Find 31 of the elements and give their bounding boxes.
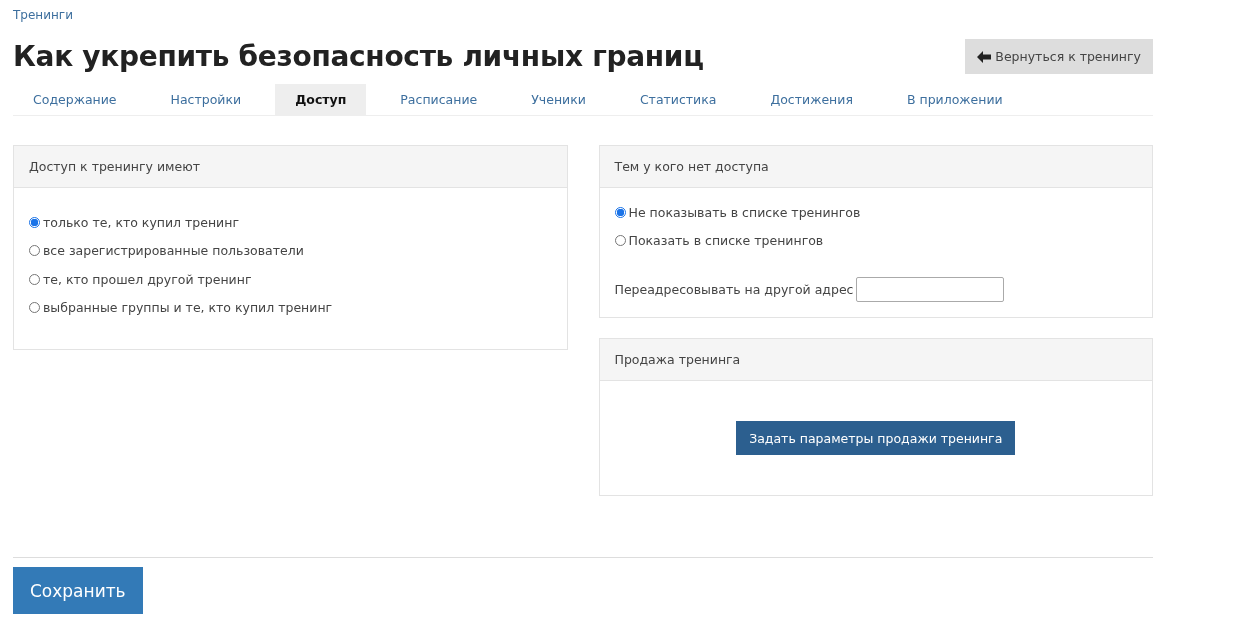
radio-button[interactable] [29,245,40,257]
tab[interactable]: Статистика [619,84,737,115]
redirect-url-field[interactable] [856,277,1005,302]
radio-button[interactable] [29,273,40,285]
sale-settings-button[interactable]: Задать параметры продажи тренинга [736,421,1016,455]
breadcrumb-link[interactable]: Тренинги [13,8,73,22]
option-label: выбранные группы и те, кто купил тренинг [43,300,333,316]
back-button[interactable]: Вернуться к тренингу [965,39,1153,74]
tab[interactable]: В приложении [886,84,1023,115]
tab[interactable]: Ученики [511,84,606,115]
panel-title: Продажа тренинга [614,352,741,367]
option-label: те, кто прошел другой тренинг [43,271,252,287]
radio-button[interactable] [614,206,626,218]
tab[interactable]: Достижения [750,84,873,115]
radio-button[interactable] [29,302,40,314]
panel-title: Доступ к тренингу имеют [29,159,200,174]
option-label: все зарегистрированные пользователи [43,243,304,259]
tab[interactable]: Доступ [275,84,367,115]
page-title: Как укрепить безопасность личных границ [13,40,704,73]
tab[interactable]: Расписание [380,84,498,115]
radio-button[interactable] [614,235,626,247]
tab[interactable]: Содержание [13,84,137,115]
save-button[interactable]: Сохранить [13,567,143,614]
option-label: Не показывать в списке тренингов [628,204,861,220]
tab[interactable]: Настройки [150,84,262,115]
option-label: Показать в списке тренингов [628,233,824,249]
radio-button[interactable] [29,216,40,228]
arrow-left-icon [977,50,992,63]
field-label: Переадресовывать на другой адрес [614,282,854,297]
panel-title: Тем у кого нет доступа [614,159,769,174]
option-label: только те, кто купил тренинг [43,214,239,230]
